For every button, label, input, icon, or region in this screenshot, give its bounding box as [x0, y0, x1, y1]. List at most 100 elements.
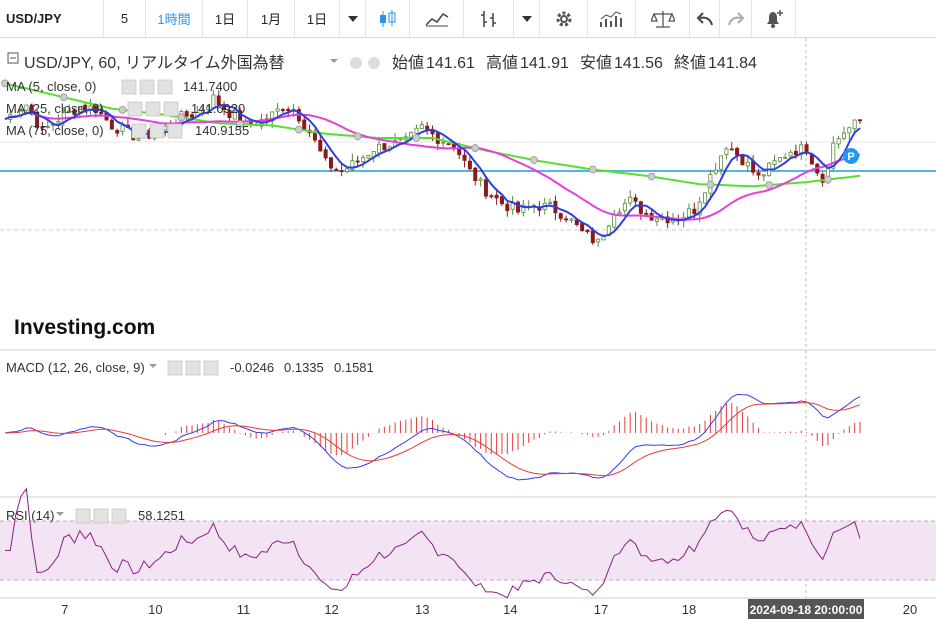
candle	[467, 160, 472, 170]
ohlc-low-label: 安値	[580, 54, 612, 72]
rsi-label: RSI (14)	[6, 508, 54, 523]
ma-legends: MA (5, close, 0) 141.7400 MA (25, close,…	[6, 79, 249, 139]
interval-range[interactable]: 1日	[295, 0, 340, 37]
candle	[275, 108, 280, 112]
candle	[836, 138, 841, 145]
candle	[409, 131, 414, 138]
ma75-value: 140.9155	[195, 123, 249, 138]
candle	[382, 143, 387, 151]
x-tick-label: 7	[61, 602, 68, 617]
rsi-legend: RSI (14) 58.1251	[6, 508, 185, 524]
eye-icon	[75, 508, 91, 524]
candle	[735, 147, 740, 156]
gear-icon	[145, 101, 161, 117]
candle	[366, 155, 371, 159]
candle	[414, 127, 419, 134]
candle	[756, 172, 761, 176]
interval-input[interactable]: 5	[104, 0, 146, 37]
candles-icon[interactable]	[366, 0, 410, 37]
candle	[334, 168, 339, 171]
candle	[499, 196, 504, 205]
line-chart-icon[interactable]	[410, 0, 464, 37]
candle	[628, 196, 633, 204]
symbol-search[interactable]: USD/JPY	[0, 0, 104, 37]
chart-area[interactable]: 7 10 11 12 13 14 17 18 20 2024-09-18 20:00:00 P …	[0, 38, 936, 620]
candle	[136, 138, 141, 141]
candle	[617, 211, 622, 214]
ma5-label: MA (5, close, 0)	[6, 79, 96, 94]
interval-1d[interactable]: 1日	[203, 0, 248, 37]
ma-marker	[647, 172, 656, 181]
candle	[457, 147, 462, 156]
x-tick-label: 11	[237, 602, 251, 617]
crosshair-label: 2024-09-18 20:00:00	[750, 603, 863, 617]
ma25-label: MA (25, close, 0)	[6, 101, 104, 116]
candle	[580, 222, 585, 232]
candle	[419, 124, 424, 129]
ma-marker	[471, 144, 480, 152]
gear-icon	[185, 360, 201, 376]
macd-value-macd: 0.1335	[284, 360, 324, 375]
close-icon	[203, 360, 219, 376]
candle	[777, 156, 782, 162]
ma-marker	[177, 113, 186, 122]
candle	[590, 230, 595, 244]
macd-value-hist: -0.0246	[230, 360, 274, 375]
bars-icon[interactable]	[464, 0, 514, 37]
candle	[115, 130, 120, 134]
close-icon	[157, 79, 173, 95]
caret-down-icon[interactable]	[514, 0, 540, 37]
candle	[585, 229, 590, 233]
x-tick-label: 18	[682, 602, 696, 617]
x-tick-label: 10	[148, 602, 162, 617]
candle	[809, 154, 814, 165]
candle	[548, 202, 553, 205]
candle	[713, 169, 718, 174]
caret-down-icon[interactable]	[340, 0, 366, 37]
scale-icon[interactable]	[636, 0, 690, 37]
candle	[286, 109, 291, 112]
ma-marker	[412, 134, 421, 142]
chevron-down-icon	[56, 512, 64, 516]
candle	[783, 157, 788, 159]
indicators-icon[interactable]	[588, 0, 636, 37]
gear-icon	[139, 79, 155, 95]
eye-icon	[127, 101, 143, 117]
candle	[355, 160, 360, 163]
marker-p-label: P	[847, 151, 854, 163]
ma-marker	[824, 175, 832, 184]
candle	[441, 141, 446, 144]
candle	[724, 148, 729, 155]
macd-pane	[4, 393, 861, 481]
candle	[446, 143, 451, 146]
undo-icon[interactable]	[690, 0, 720, 37]
gear-icon	[93, 508, 109, 524]
candle	[377, 143, 382, 154]
candle	[280, 109, 285, 112]
interval-1h[interactable]: 1時間	[146, 0, 203, 37]
candle	[462, 154, 467, 161]
rsi-value: 58.1251	[138, 508, 185, 523]
gear-icon[interactable]	[540, 0, 588, 37]
candle	[516, 201, 521, 213]
candle	[564, 218, 569, 221]
candle	[569, 218, 574, 221]
ma-marker	[530, 156, 538, 164]
x-tick-label: 17	[594, 602, 608, 617]
interval-1m[interactable]: 1月	[248, 0, 295, 37]
close-icon	[111, 508, 127, 524]
toolbar: USD/JPY 5 1時間 1日 1月 1日	[0, 0, 936, 38]
candle	[344, 168, 349, 173]
alert-bell-icon[interactable]	[752, 0, 796, 37]
ma-marker	[118, 105, 127, 114]
candle	[120, 124, 125, 133]
eye-icon	[121, 79, 137, 95]
redo-icon[interactable]	[720, 0, 752, 37]
ma-marker	[706, 180, 715, 189]
legend-title: USD/JPY, 60, リアルタイム外国為替	[24, 54, 285, 72]
close-icon	[167, 123, 183, 139]
ohlc-close-label: 終値	[674, 54, 706, 72]
candle	[622, 202, 627, 212]
candle	[505, 203, 510, 212]
candle	[612, 213, 617, 228]
